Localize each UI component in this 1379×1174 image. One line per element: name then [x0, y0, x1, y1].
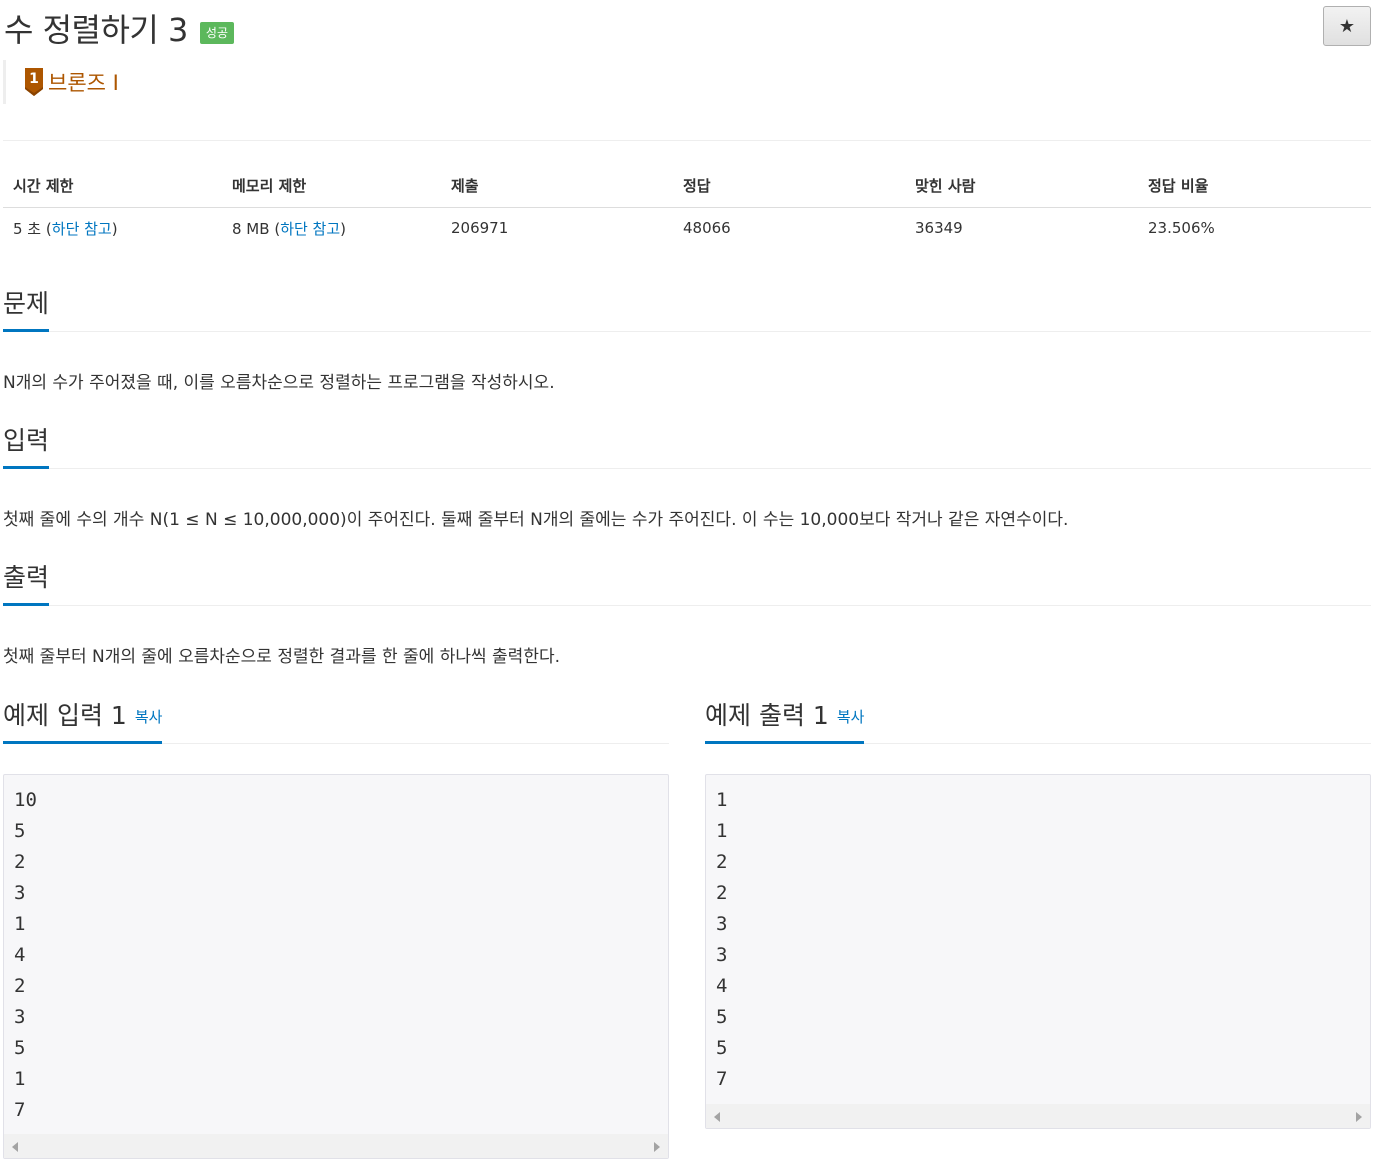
sample-input-line: 7: [14, 1099, 26, 1121]
info-value-row: 5 초 (하단 참고) 8 MB (하단 참고) 206971 48066 36…: [3, 207, 1371, 249]
sample-input-line: 5: [14, 820, 26, 842]
output-description: 첫째 줄부터 N개의 줄에 오름차순으로 정렬한 결과를 한 줄에 하나씩 출력…: [3, 647, 560, 667]
tier-block: 1 브론즈 I: [3, 60, 119, 104]
problem-title: 수 정렬하기 3: [4, 11, 188, 49]
header-accepted: 정답: [673, 165, 905, 208]
sample-input-line: 3: [14, 1006, 26, 1028]
sample-output-line: 1: [716, 789, 728, 811]
time-footnote-link[interactable]: 하단 참고: [52, 220, 112, 238]
scroll-right-arrow-icon[interactable]: [654, 1142, 660, 1152]
star-icon: ★: [1338, 15, 1356, 37]
sample-input-line: 1: [14, 913, 26, 935]
problem-section-header: 문제: [3, 288, 1371, 332]
scroll-left-arrow-icon[interactable]: [12, 1142, 18, 1152]
sample-output-line: 5: [716, 1037, 728, 1059]
status-badge: 성공: [199, 22, 234, 44]
sample-output-heading: 예제 출력 1 복사: [705, 700, 865, 744]
sample-output-line: 3: [716, 944, 728, 966]
header-time-limit: 시간 제한: [3, 165, 222, 208]
horizontal-scrollbar[interactable]: [706, 1104, 1370, 1128]
memory-limit-cell: 8 MB (하단 참고): [232, 219, 347, 238]
problem-description: N개의 수가 주어졌을 때, 이를 오름차순으로 정렬하는 프로그램을 작성하시…: [3, 373, 555, 393]
output-section-header: 출력: [3, 562, 1371, 606]
sample-output-line: 3: [716, 913, 728, 935]
sample-output-line: 4: [716, 975, 728, 997]
scroll-right-arrow-icon[interactable]: [1356, 1112, 1362, 1122]
divider: [3, 140, 1371, 141]
sample-output-line: 5: [716, 1006, 728, 1028]
problem-info-table: 시간 제한 메모리 제한 제출 정답 맞힌 사람 정답 비율 5 초 (하단 참…: [3, 165, 1371, 249]
output-heading: 출력: [3, 562, 50, 606]
sample-output-line: 2: [716, 882, 728, 904]
sample-output-line: 7: [716, 1068, 728, 1090]
sample-output-line: 1: [716, 820, 728, 842]
memory-footnote-link[interactable]: 하단 참고: [280, 220, 340, 238]
sample-output-lines: 1 1 2 2 3 3 4 5 5 7: [706, 775, 1370, 1097]
submissions-value: 206971: [451, 219, 509, 238]
sample-input-line: 10: [14, 789, 37, 811]
favorite-star-button[interactable]: ★: [1323, 6, 1371, 46]
input-heading: 입력: [3, 425, 50, 469]
solved-users-value: 36349: [915, 219, 963, 238]
header-solved-users: 맞힌 사람: [905, 165, 1138, 208]
time-limit-value: 5 초: [13, 219, 42, 238]
sample-input-heading: 예제 입력 1 복사: [3, 700, 163, 744]
tier-label[interactable]: 브론즈 I: [48, 67, 119, 97]
input-section-header: 입력: [3, 425, 1371, 469]
sample-input-lines: 10 5 2 3 1 4 2 3 5 1 7: [4, 775, 668, 1128]
sample-input-box[interactable]: 10 5 2 3 1 4 2 3 5 1 7: [3, 774, 669, 1159]
sample-output-box[interactable]: 1 1 2 2 3 3 4 5 5 7: [705, 774, 1371, 1129]
copy-input-button[interactable]: 복사: [135, 708, 163, 726]
tier-number: 1: [29, 71, 39, 87]
sample-input-line: 2: [14, 975, 26, 997]
header-ratio: 정답 비율: [1138, 165, 1371, 208]
sample-input-line: 2: [14, 851, 26, 873]
horizontal-scrollbar[interactable]: [4, 1134, 668, 1158]
sample-input-header: 예제 입력 1 복사: [3, 700, 669, 744]
ratio-value: 23.506%: [1148, 219, 1215, 238]
header-memory-limit: 메모리 제한: [222, 165, 441, 208]
sample-input-line: 4: [14, 944, 26, 966]
problem-heading: 문제: [3, 288, 50, 332]
info-header-row: 시간 제한 메모리 제한 제출 정답 맞힌 사람 정답 비율: [3, 165, 1371, 208]
accepted-value: 48066: [683, 219, 731, 238]
sample-input-line: 5: [14, 1037, 26, 1059]
input-description: 첫째 줄에 수의 개수 N(1 ≤ N ≤ 10,000,000)이 주어진다.…: [3, 510, 1069, 530]
scroll-left-arrow-icon[interactable]: [714, 1112, 720, 1122]
sample-input-line: 3: [14, 882, 26, 904]
sample-output-header: 예제 출력 1 복사: [705, 700, 1371, 744]
time-limit-cell: 5 초 (하단 참고): [13, 219, 118, 238]
copy-output-button[interactable]: 복사: [837, 708, 865, 726]
memory-limit-value: 8 MB: [232, 219, 270, 238]
bronze-tier-icon: 1: [25, 68, 43, 96]
sample-output-line: 2: [716, 851, 728, 873]
sample-input-line: 1: [14, 1068, 26, 1090]
header-submissions: 제출: [441, 165, 673, 208]
title-row: 수 정렬하기 3 성공: [4, 4, 234, 52]
